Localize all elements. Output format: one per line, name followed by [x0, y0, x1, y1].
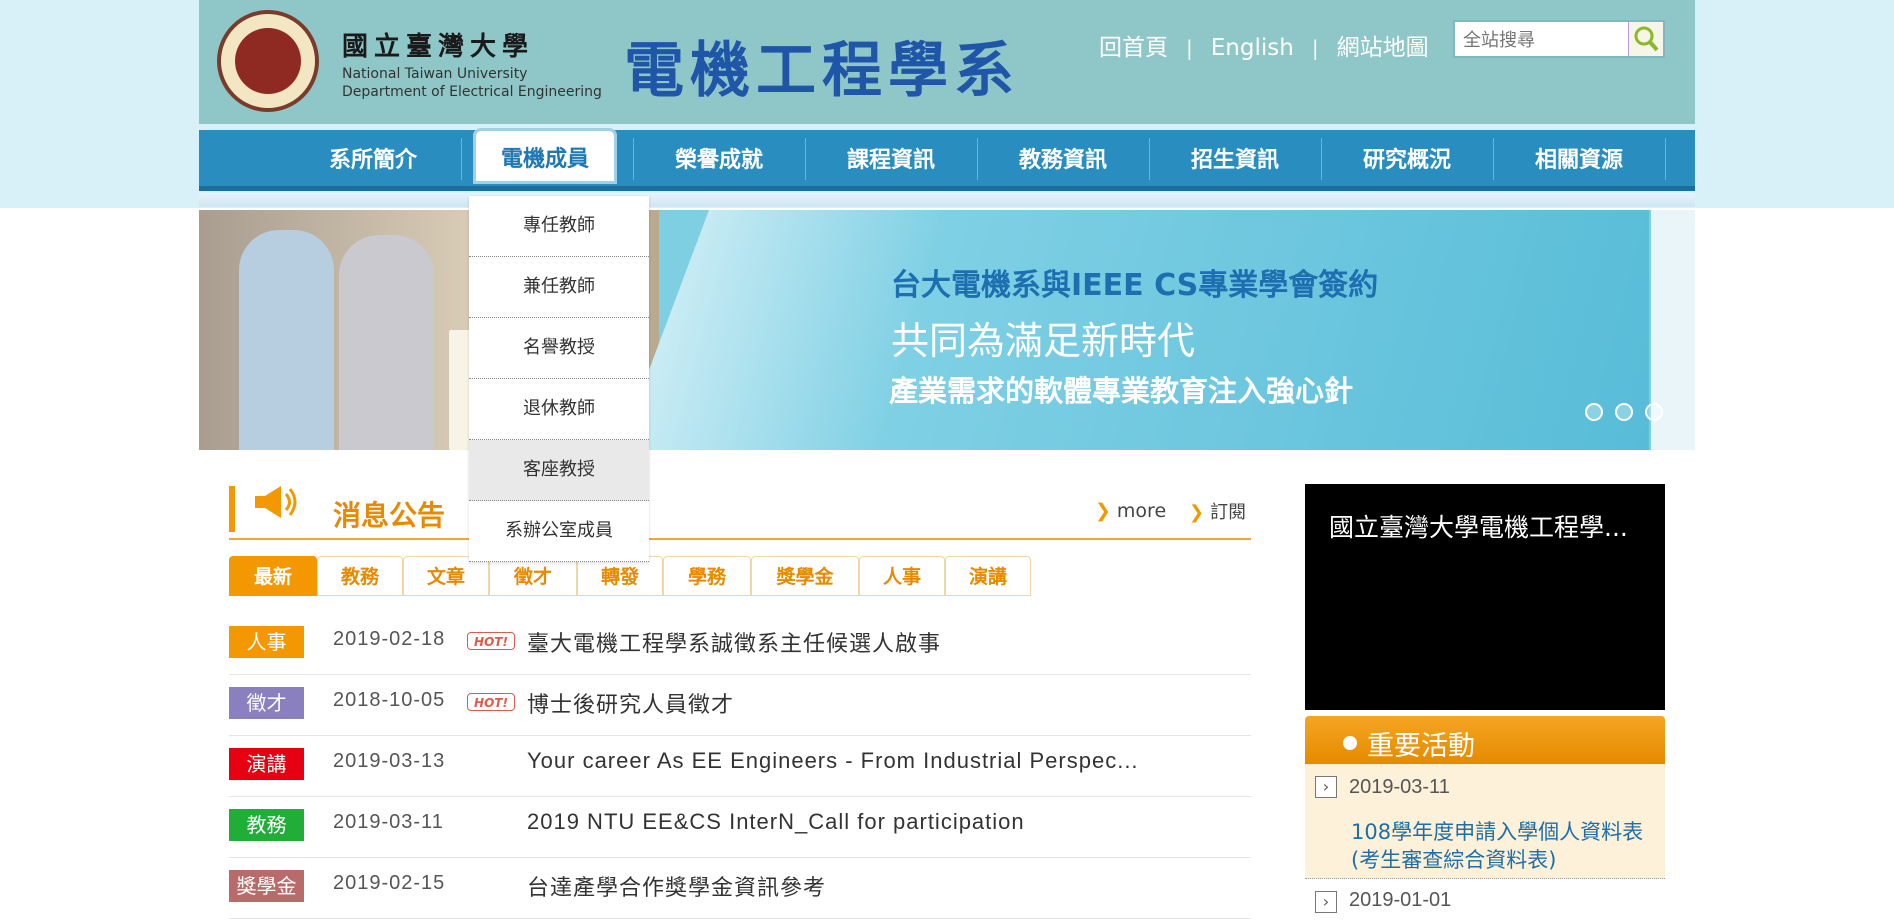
- events-panel: 重要活動 › 2019-03-11 108學年度申請入學個人資料表(考生審查綜合…: [1305, 716, 1665, 923]
- event-date: 2019-01-01: [1349, 889, 1452, 911]
- nav-divider: [1665, 138, 1666, 180]
- news-date: 2019-02-15: [333, 872, 446, 894]
- category-badge: 獎學金: [229, 870, 304, 902]
- category-badge: 演講: [229, 748, 304, 780]
- nav-item-resources[interactable]: 相關資源: [1493, 130, 1665, 186]
- banner-tagline: 產業需求的軟體專業教育注入強心針: [889, 374, 1354, 408]
- search-input[interactable]: [1461, 26, 1625, 54]
- news-date: 2019-03-13: [333, 750, 446, 772]
- nav-item-about[interactable]: 系所簡介: [287, 130, 459, 186]
- subscribe-label: 訂閱: [1210, 502, 1247, 523]
- search-icon: [1634, 26, 1659, 52]
- news-date: 2019-03-11: [333, 811, 444, 833]
- category-badge: 人事: [229, 626, 304, 658]
- search-button[interactable]: [1628, 22, 1663, 56]
- news-date: 2018-10-05: [333, 689, 446, 711]
- news-row[interactable]: 人事 2019-02-18 HOT! 臺大電機工程學系誠徵系主任候選人啟事: [229, 614, 1251, 675]
- video-player[interactable]: 國立臺灣大學電機工程學...: [1305, 484, 1665, 710]
- news-date: 2019-02-18: [333, 628, 446, 650]
- banner-person: [339, 235, 434, 450]
- seal-inner: [235, 28, 301, 94]
- menu-item-retired-faculty[interactable]: 退休教師: [469, 379, 649, 440]
- department-title: 電機工程學系: [624, 36, 1020, 106]
- link-separator: |: [1186, 36, 1193, 60]
- site-search: [1453, 20, 1665, 58]
- banner-subheadline: 共同為滿足新時代: [891, 319, 1196, 363]
- chevron-right-icon: ›: [1315, 776, 1337, 798]
- category-badge: 徵才: [229, 687, 304, 719]
- news-section: 消息公告 ❯ more ❯ 訂閱 最新 教務 文章 徵才 轉發 學務 獎學金 人事 …: [229, 478, 1251, 919]
- chevron-right-icon: ❯: [1095, 500, 1111, 522]
- menu-item-adjunct-faculty[interactable]: 兼任教師: [469, 257, 649, 318]
- tab-personnel[interactable]: 人事: [859, 556, 945, 596]
- menu-item-fulltime-faculty[interactable]: 專任教師: [469, 196, 649, 257]
- news-headline-link[interactable]: 2019 NTU EE&CS InterN_Call for participa…: [527, 809, 1025, 835]
- menu-item-emeritus-professors[interactable]: 名譽教授: [469, 318, 649, 379]
- news-headline-link[interactable]: 臺大電機工程學系誠徵系主任候選人啟事: [527, 626, 941, 658]
- university-name-en: National Taiwan University: [342, 66, 528, 82]
- menu-item-office-staff[interactable]: 系辦公室成員: [469, 501, 649, 562]
- university-name-zh: 國立臺灣大學: [342, 32, 535, 62]
- news-headline-link[interactable]: Your career As EE Engineers - From Indus…: [527, 748, 1139, 774]
- nav-item-academic[interactable]: 教務資訊: [977, 130, 1149, 186]
- ntu-seal-logo[interactable]: [217, 10, 319, 112]
- events-title: 重要活動: [1367, 731, 1475, 762]
- news-header-bar: [229, 486, 235, 532]
- more-label: more: [1116, 500, 1167, 522]
- banner-headline: 台大電機系與IEEE CS專業學會簽約: [891, 268, 1379, 303]
- department-name-en: Department of Electrical Engineering: [342, 84, 602, 100]
- event-item[interactable]: › 2019-03-11 108學年度申請入學個人資料表(考生審查綜合資料表): [1305, 764, 1665, 879]
- hot-badge: HOT!: [467, 693, 515, 711]
- news-headline-link[interactable]: 博士後研究人員徵才: [527, 687, 734, 719]
- nav-item-admissions[interactable]: 招生資訊: [1149, 130, 1321, 186]
- news-subscribe-link[interactable]: ❯ 訂閱: [1189, 498, 1246, 524]
- news-row[interactable]: 教務 2019-03-11 2019 NTU EE&CS InterN_Call…: [229, 797, 1251, 858]
- event-item[interactable]: › 2019-01-01: [1305, 879, 1665, 923]
- news-headline-link[interactable]: 台達產學合作獎學金資訊參考: [527, 870, 826, 902]
- tab-jobs[interactable]: 徵才: [489, 556, 577, 596]
- bullet-icon: [1343, 736, 1357, 750]
- tab-latest[interactable]: 最新: [229, 556, 317, 596]
- hot-badge: HOT!: [467, 632, 515, 650]
- tab-scholarship[interactable]: 獎學金: [751, 556, 859, 596]
- tab-academic[interactable]: 教務: [317, 556, 403, 596]
- main-navigation: 系所簡介 電機成員 榮譽成就 課程資訊 教務資訊 招生資訊 研究概況 相關資源: [199, 128, 1695, 191]
- news-header: 消息公告 ❯ more ❯ 訂閱: [229, 478, 1251, 540]
- event-link[interactable]: 108學年度申請入學個人資料表(考生審查綜合資料表): [1351, 818, 1651, 874]
- carousel-dot-3[interactable]: [1645, 403, 1663, 421]
- event-date: 2019-03-11: [1349, 776, 1450, 798]
- nav-item-members[interactable]: 電機成員: [473, 128, 617, 184]
- nav-divider: [461, 138, 462, 180]
- banner-person: [239, 230, 334, 450]
- megaphone-icon: [255, 486, 297, 518]
- site-header: 國立臺灣大學 National Taiwan University Depart…: [199, 0, 1695, 124]
- sitemap-link[interactable]: 網站地圖: [1337, 28, 1429, 62]
- tab-forward[interactable]: 轉發: [577, 556, 663, 596]
- english-link[interactable]: English: [1211, 35, 1294, 61]
- nav-item-courses[interactable]: 課程資訊: [805, 130, 977, 186]
- tab-articles[interactable]: 文章: [403, 556, 489, 596]
- category-badge: 教務: [229, 809, 304, 841]
- news-row[interactable]: 徵才 2018-10-05 HOT! 博士後研究人員徵才: [229, 675, 1251, 736]
- video-title: 國立臺灣大學電機工程學...: [1329, 513, 1628, 542]
- carousel-dot-2[interactable]: [1615, 403, 1633, 421]
- events-header: 重要活動: [1305, 716, 1665, 764]
- hero-banner[interactable]: 台大電機系與IEEE CS專業學會簽約 共同為滿足新時代 產業需求的軟體專業教育…: [199, 210, 1695, 450]
- nav-item-research[interactable]: 研究概況: [1321, 130, 1493, 186]
- nav-item-honors[interactable]: 榮譽成就: [633, 130, 805, 186]
- top-links: 回首頁 | English | 網站地圖: [1099, 28, 1429, 62]
- carousel-dot-1[interactable]: [1585, 403, 1603, 421]
- news-row[interactable]: 演講 2019-03-13 Your career As EE Engineer…: [229, 736, 1251, 797]
- news-title: 消息公告: [333, 499, 446, 532]
- link-separator: |: [1311, 36, 1319, 60]
- news-more-link[interactable]: ❯ more: [1095, 500, 1166, 522]
- home-link[interactable]: 回首頁: [1099, 28, 1168, 62]
- tab-student-affairs[interactable]: 學務: [663, 556, 751, 596]
- menu-item-visiting-professors[interactable]: 客座教授: [469, 440, 649, 501]
- members-dropdown-menu: 專任教師 兼任教師 名譽教授 退休教師 客座教授 系辦公室成員: [469, 196, 649, 562]
- nav-underline-strip: [199, 193, 1695, 207]
- chevron-right-icon: ❯: [1189, 502, 1205, 523]
- news-list: 人事 2019-02-18 HOT! 臺大電機工程學系誠徵系主任候選人啟事 徵才…: [229, 614, 1251, 919]
- tab-lectures[interactable]: 演講: [945, 556, 1031, 596]
